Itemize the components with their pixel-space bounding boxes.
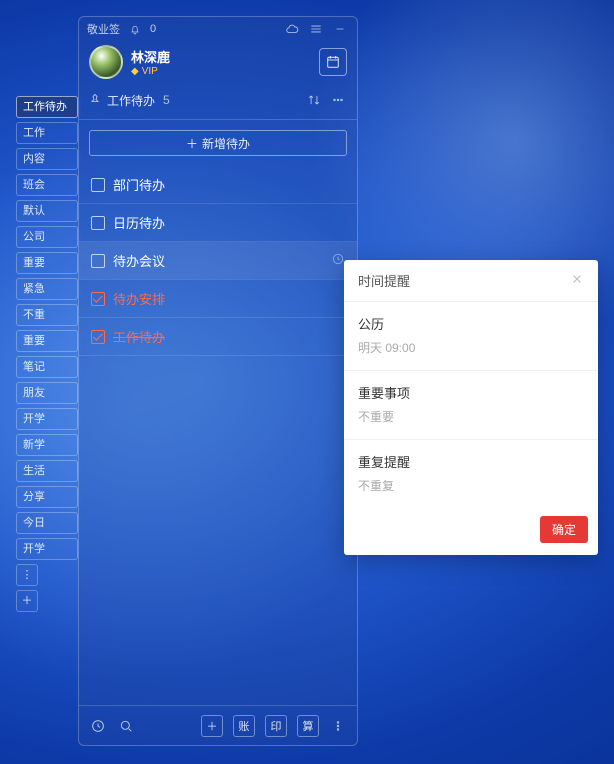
checkbox[interactable]: [91, 178, 105, 192]
checkbox[interactable]: [91, 216, 105, 230]
app-name: 敬业签: [87, 21, 120, 37]
tag-item[interactable]: 紧急: [16, 278, 78, 300]
section-header: 工作待办 5: [79, 87, 357, 120]
tag-item[interactable]: 重要: [16, 252, 78, 274]
search-icon[interactable]: [117, 717, 135, 735]
item-label: 日历待办: [113, 213, 165, 232]
list-item[interactable]: 日历待办: [79, 204, 357, 241]
profile: 林深鹿 VIP: [79, 41, 357, 87]
tag-item[interactable]: 工作: [16, 122, 78, 144]
popup-section-key: 公历: [358, 314, 584, 333]
popup-section-key: 重要事项: [358, 383, 584, 402]
list-item[interactable]: 待办会议: [79, 242, 357, 279]
checkbox[interactable]: [91, 292, 105, 306]
cloud-icon[interactable]: [283, 20, 301, 38]
history-icon[interactable]: [89, 717, 107, 735]
list-item[interactable]: 部门待办: [79, 166, 357, 203]
bell-count: 0: [150, 23, 156, 35]
bell-icon[interactable]: [126, 20, 144, 38]
popup-section-value: 不重要: [358, 408, 584, 425]
tag-item[interactable]: 不重: [16, 304, 78, 326]
tag-item[interactable]: 生活: [16, 460, 78, 482]
tag-item[interactable]: 开学: [16, 408, 78, 430]
tag-item[interactable]: 工作待办: [16, 96, 78, 118]
titlebar: 敬业签 0: [79, 17, 357, 41]
sort-icon[interactable]: [305, 91, 323, 109]
popup-section[interactable]: 重要事项不重要: [344, 371, 598, 440]
menu-icon[interactable]: [307, 20, 325, 38]
footer-btn-1[interactable]: 账: [233, 715, 255, 737]
item-label: 部门待办: [113, 175, 165, 194]
tag-add-button[interactable]: ＋: [16, 590, 38, 612]
tag-item[interactable]: 重要: [16, 330, 78, 352]
tag-item[interactable]: 今日: [16, 512, 78, 534]
tag-item[interactable]: 新学: [16, 434, 78, 456]
app-panel: 敬业签 0 林深鹿 VIP 工作待办 5: [78, 16, 358, 746]
checkbox[interactable]: [91, 254, 105, 268]
more-icon[interactable]: [329, 91, 347, 109]
username: 林深鹿: [131, 47, 170, 66]
tag-item[interactable]: 笔记: [16, 356, 78, 378]
footer-btn-3[interactable]: 算: [297, 715, 319, 737]
tag-more-button[interactable]: ⋮: [16, 564, 38, 586]
section-count: 5: [163, 93, 170, 107]
list-item[interactable]: 待办安排: [79, 280, 357, 317]
reminder-popup: 时间提醒 公历明天 09:00重要事项不重要重复提醒不重复 确定: [344, 260, 598, 555]
tag-item[interactable]: 开学: [16, 538, 78, 560]
clock-icon[interactable]: [331, 252, 345, 269]
avatar[interactable]: [89, 45, 123, 79]
footer-plus-button[interactable]: ＋: [201, 715, 223, 737]
popup-section-key: 重复提醒: [358, 452, 584, 471]
tag-item[interactable]: 班会: [16, 174, 78, 196]
checkbox[interactable]: [91, 330, 105, 344]
tag-item[interactable]: 分享: [16, 486, 78, 508]
tag-item[interactable]: 内容: [16, 148, 78, 170]
section-title: 工作待办: [107, 92, 155, 109]
item-label: 工作待办: [113, 327, 165, 346]
vip-badge: VIP: [131, 66, 170, 77]
footer-btn-2[interactable]: 印: [265, 715, 287, 737]
confirm-button[interactable]: 确定: [540, 516, 588, 543]
popup-title: 时间提醒: [358, 271, 410, 290]
popup-section-value: 明天 09:00: [358, 339, 584, 356]
popup-header: 时间提醒: [344, 260, 598, 302]
close-icon[interactable]: [570, 272, 584, 289]
tag-item[interactable]: 朋友: [16, 382, 78, 404]
tag-item[interactable]: 默认: [16, 200, 78, 222]
add-todo-label: 新增待办: [202, 135, 250, 152]
footer-more-icon[interactable]: [329, 717, 347, 735]
popup-section-value: 不重复: [358, 477, 584, 494]
item-label: 待办会议: [113, 251, 165, 270]
popup-section[interactable]: 重复提醒不重复: [344, 440, 598, 508]
tag-rail: 工作待办工作内容班会默认公司重要紧急不重重要笔记朋友开学新学生活分享今日开学⋮＋: [16, 96, 78, 612]
tag-item[interactable]: 公司: [16, 226, 78, 248]
add-todo-button[interactable]: ＋ 新增待办: [89, 130, 347, 156]
calendar-button[interactable]: [319, 48, 347, 76]
list-item[interactable]: 工作待办: [79, 318, 357, 355]
plus-icon: ＋: [186, 135, 198, 152]
pin-icon: [89, 93, 101, 108]
item-label: 待办安排: [113, 289, 165, 308]
popup-section[interactable]: 公历明天 09:00: [344, 302, 598, 371]
footer: ＋ 账 印 算: [79, 705, 357, 745]
minimize-icon[interactable]: [331, 20, 349, 38]
todo-list: 部门待办日历待办待办会议待办安排工作待办: [79, 166, 357, 705]
